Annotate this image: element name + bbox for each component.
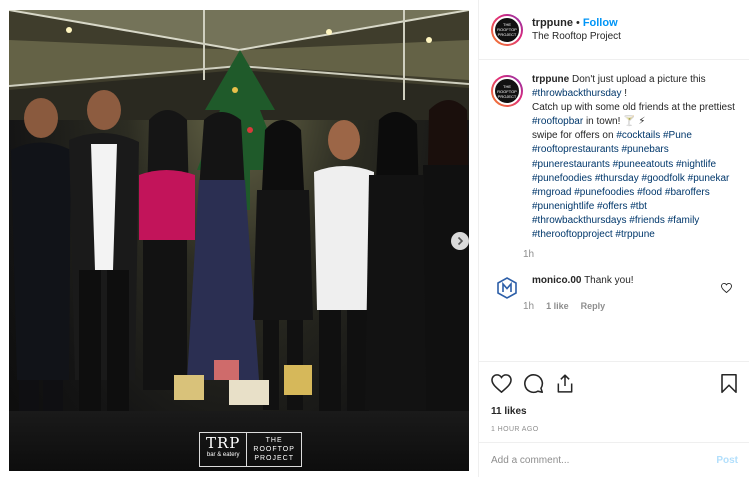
- comment-item: monico.00 Thank you! 1h 1 like Reply: [491, 272, 738, 312]
- logo-name-line: THE: [265, 437, 283, 444]
- caption: THE ROOFTOP PROJECT trppune Don't just u…: [491, 73, 738, 260]
- comment-input[interactable]: [491, 454, 717, 466]
- reply-button[interactable]: Reply: [581, 301, 606, 311]
- avatar[interactable]: [491, 272, 523, 304]
- comment-username[interactable]: monico.00: [532, 275, 581, 286]
- venue-logo: TRP bar & eatery THE ROOFTOP PROJECT: [199, 432, 302, 467]
- post-header: THE ROOFTOP PROJECT trppune • Follow The R…: [479, 0, 749, 60]
- avatar-text: PROJECT: [497, 93, 517, 99]
- logo-name-line: PROJECT: [254, 455, 294, 462]
- share-icon: [557, 373, 573, 393]
- hashtag-list[interactable]: #cocktails #Pune #rooftoprestaurants #pu…: [532, 130, 729, 240]
- comment-icon: [524, 373, 544, 393]
- next-photo-button[interactable]: [451, 232, 469, 250]
- caption-segment: Catch up with some old friends at the pr…: [532, 102, 735, 114]
- logo-name-line: ROOFTOP: [253, 446, 295, 453]
- post-detail-panel: THE ROOFTOP PROJECT trppune • Follow The R…: [478, 0, 749, 477]
- comment-time: 1h: [523, 301, 535, 313]
- logo-trp-text: TRP: [206, 434, 241, 452]
- likes-count[interactable]: 11 likes: [491, 406, 738, 417]
- logo-trp-block: TRP bar & eatery: [200, 433, 248, 466]
- comment-like-button[interactable]: [721, 280, 732, 298]
- caption-segment: swipe for offers on: [532, 130, 614, 142]
- monico-logo-icon: [497, 277, 517, 300]
- post-comment-button[interactable]: Post: [716, 455, 738, 466]
- post-media-area: TRP bar & eatery THE ROOFTOP PROJECT: [0, 0, 478, 477]
- caption-segment: !: [624, 88, 628, 100]
- hashtag-link[interactable]: #rooftopbar: [532, 116, 583, 127]
- caption-segment: Don't just upload a picture this: [572, 74, 706, 85]
- comment-text: Thank you!: [584, 275, 634, 287]
- heart-icon: [491, 373, 512, 393]
- post-photo[interactable]: TRP bar & eatery THE ROOFTOP PROJECT: [9, 10, 469, 471]
- location-link[interactable]: The Rooftop Project: [532, 30, 621, 44]
- comment-body: monico.00 Thank you!: [532, 272, 634, 288]
- like-button[interactable]: [491, 373, 512, 393]
- bookmark-icon: [721, 373, 737, 393]
- separator-dot: •: [575, 16, 580, 29]
- caption-segment: in town! 🍸 ⚡: [585, 116, 646, 128]
- post-time-ago: 1 HOUR AGO: [491, 426, 539, 433]
- header-text: trppune • Follow The Rooftop Project: [532, 16, 621, 44]
- avatar-logo: THE ROOFTOP PROJECT: [493, 15, 521, 44]
- avatar-text: PROJECT: [497, 32, 517, 37]
- post-actions: 11 likes 1 HOUR AGO: [479, 361, 749, 433]
- chevron-right-icon: [457, 236, 464, 246]
- hashtag-link[interactable]: #throwbackthursday: [532, 88, 622, 99]
- gift-boxes: [174, 360, 312, 405]
- follow-button[interactable]: Follow: [583, 17, 618, 29]
- caption-text: trppune Don't just upload a picture this…: [532, 73, 737, 242]
- save-button[interactable]: [720, 373, 738, 394]
- comment-button[interactable]: [523, 373, 544, 394]
- share-button[interactable]: [555, 373, 575, 394]
- avatar[interactable]: THE ROOFTOP PROJECT: [491, 75, 523, 107]
- comment-meta: 1h 1 like Reply: [523, 301, 634, 312]
- action-icons: [491, 370, 738, 396]
- comment-likes-link[interactable]: 1 like: [546, 301, 569, 311]
- header-username[interactable]: trppune: [532, 17, 573, 29]
- comments-section[interactable]: THE ROOFTOP PROJECT trppune Don't just u…: [479, 61, 749, 361]
- avatar-logo: THE ROOFTOP PROJECT: [493, 77, 521, 105]
- avatar[interactable]: THE ROOFTOP PROJECT: [491, 13, 523, 46]
- caption-time: 1h: [523, 249, 535, 261]
- caption-username[interactable]: trppune: [532, 74, 569, 85]
- add-comment-bar: Post: [479, 442, 749, 477]
- logo-subtitle: bar & eatery: [206, 452, 240, 458]
- logo-name-block: THE ROOFTOP PROJECT: [247, 433, 300, 466]
- heart-icon: [721, 283, 732, 294]
